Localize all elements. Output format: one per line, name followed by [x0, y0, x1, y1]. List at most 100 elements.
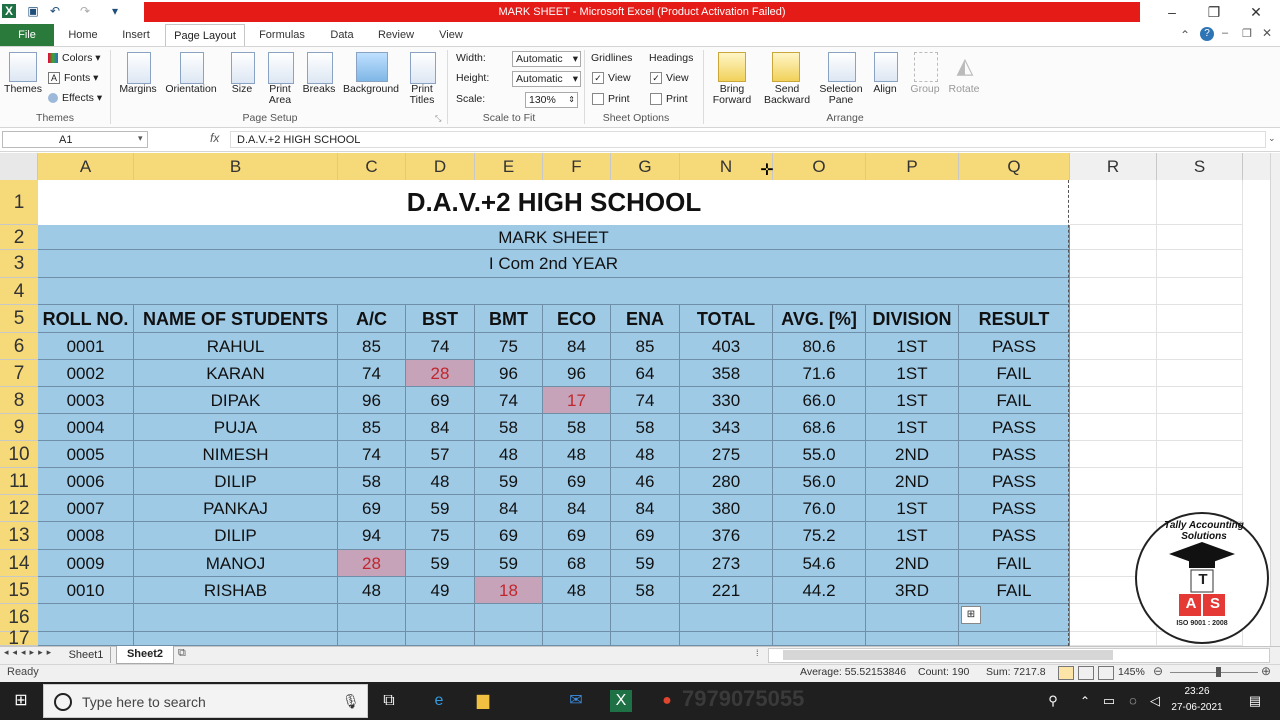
table-cell[interactable]: 75	[475, 333, 543, 360]
empty-cell[interactable]	[38, 604, 134, 632]
table-cell[interactable]: 75	[406, 522, 475, 550]
table-cell[interactable]: 0002	[38, 360, 134, 387]
failing-mark-cell[interactable]: 28	[406, 360, 475, 387]
table-cell[interactable]: 0009	[38, 550, 134, 577]
empty-cell[interactable]	[866, 632, 959, 646]
excel-app-icon[interactable]: X	[2, 4, 16, 18]
row-header-6[interactable]: 6	[0, 333, 38, 360]
column-header-e[interactable]: E	[475, 153, 543, 180]
table-cell[interactable]: 48	[611, 441, 680, 468]
column-header-c[interactable]: C	[338, 153, 406, 180]
table-header-cell[interactable]: RESULT	[959, 305, 1070, 333]
scrollbar-thumb[interactable]	[783, 650, 1113, 660]
empty-cell[interactable]	[1157, 250, 1243, 278]
vertical-scrollbar[interactable]	[1270, 153, 1280, 646]
table-cell[interactable]: 2ND	[866, 441, 959, 468]
table-cell[interactable]: 1ST	[866, 522, 959, 550]
table-cell[interactable]: 74	[475, 387, 543, 414]
column-header-p[interactable]: P	[866, 153, 959, 180]
people-icon[interactable]: ⚲	[1042, 690, 1064, 712]
workbook-minimize-icon[interactable]: –	[1222, 27, 1228, 39]
table-cell[interactable]: 0003	[38, 387, 134, 414]
empty-cell[interactable]	[1070, 333, 1157, 360]
table-cell[interactable]: 64	[611, 360, 680, 387]
column-header-b[interactable]: B	[134, 153, 338, 180]
row-header-15[interactable]: 15	[0, 577, 38, 604]
mail-icon[interactable]: ✉	[565, 690, 587, 712]
column-header-o[interactable]: O	[773, 153, 866, 180]
page-break-preview-icon[interactable]	[1098, 666, 1114, 680]
table-cell[interactable]: FAIL	[959, 387, 1070, 414]
table-cell[interactable]: 80.6	[773, 333, 866, 360]
empty-cell[interactable]	[1157, 468, 1243, 495]
colors-button[interactable]: Colors ▾	[48, 52, 101, 64]
paste-options-icon[interactable]: ⊞	[961, 606, 981, 624]
page-setup-dialog-launcher-icon[interactable]: ⤡	[435, 114, 441, 124]
close-button[interactable]: ✕	[1236, 2, 1276, 22]
send-backward-icon[interactable]	[772, 52, 800, 82]
failing-mark-cell[interactable]: 17	[543, 387, 611, 414]
battery-icon[interactable]: ▭	[1098, 690, 1120, 712]
table-header-cell[interactable]: A/C	[338, 305, 406, 333]
empty-cell[interactable]	[1070, 225, 1157, 250]
table-cell[interactable]: 55.0	[773, 441, 866, 468]
empty-cell[interactable]	[1157, 333, 1243, 360]
select-all-button[interactable]	[0, 153, 38, 180]
empty-cell[interactable]	[1070, 468, 1157, 495]
blank-row[interactable]	[38, 278, 1070, 305]
table-cell[interactable]: 69	[543, 468, 611, 495]
table-cell[interactable]: 56.0	[773, 468, 866, 495]
table-cell[interactable]: 275	[680, 441, 773, 468]
table-cell[interactable]: 48	[543, 441, 611, 468]
row-header-17[interactable]: 17	[0, 629, 38, 648]
workbook-restore-icon[interactable]: ❐	[1242, 27, 1252, 40]
empty-cell[interactable]	[38, 632, 134, 646]
table-cell[interactable]: 58	[475, 414, 543, 441]
table-cell[interactable]: 68.6	[773, 414, 866, 441]
rotate-icon[interactable]: ◭	[954, 52, 976, 80]
empty-cell[interactable]	[1157, 180, 1243, 225]
empty-cell[interactable]	[773, 632, 866, 646]
empty-cell[interactable]	[1157, 278, 1243, 305]
table-cell[interactable]: MANOJ	[134, 550, 338, 577]
table-cell[interactable]: RISHAB	[134, 577, 338, 604]
table-cell[interactable]: 0010	[38, 577, 134, 604]
table-cell[interactable]: 46	[611, 468, 680, 495]
breaks-button[interactable]: Breaks	[301, 84, 337, 95]
size-button[interactable]: Size	[226, 84, 258, 95]
minimize-ribbon-icon[interactable]: ⌃	[1180, 28, 1190, 42]
name-box[interactable]: A1	[2, 131, 148, 148]
group-icon[interactable]	[914, 52, 938, 82]
empty-cell[interactable]	[1070, 387, 1157, 414]
empty-cell[interactable]	[611, 632, 680, 646]
orientation-icon[interactable]	[180, 52, 204, 84]
empty-cell[interactable]	[338, 632, 406, 646]
table-cell[interactable]: 69	[338, 495, 406, 522]
undo-icon[interactable]: ↶	[48, 4, 62, 18]
table-cell[interactable]: 74	[338, 360, 406, 387]
table-header-cell[interactable]: DIVISION	[866, 305, 959, 333]
headings-print-checkbox[interactable]: Print	[650, 93, 688, 106]
table-cell[interactable]: 57	[406, 441, 475, 468]
empty-cell[interactable]	[406, 632, 475, 646]
table-cell[interactable]: 96	[338, 387, 406, 414]
table-cell[interactable]: 59	[475, 550, 543, 577]
expand-formula-bar-icon[interactable]: ⌄	[1268, 133, 1276, 144]
table-cell[interactable]: 221	[680, 577, 773, 604]
size-icon[interactable]	[231, 52, 255, 84]
microphone-icon[interactable]: 🎙	[342, 693, 360, 710]
table-cell[interactable]: PASS	[959, 522, 1070, 550]
table-cell[interactable]: 0004	[38, 414, 134, 441]
minimize-button[interactable]: –	[1152, 2, 1192, 22]
show-hidden-icons-icon[interactable]: ⌃	[1074, 690, 1096, 712]
zoom-out-icon[interactable]: ⊖	[1153, 664, 1163, 678]
row-header-12[interactable]: 12	[0, 495, 38, 522]
table-cell[interactable]: 44.2	[773, 577, 866, 604]
empty-cell[interactable]	[475, 604, 543, 632]
table-cell[interactable]: 0005	[38, 441, 134, 468]
table-cell[interactable]: 280	[680, 468, 773, 495]
table-cell[interactable]: PUJA	[134, 414, 338, 441]
table-cell[interactable]: 48	[406, 468, 475, 495]
redo-icon[interactable]: ↷	[78, 4, 92, 18]
table-cell[interactable]: 76.0	[773, 495, 866, 522]
